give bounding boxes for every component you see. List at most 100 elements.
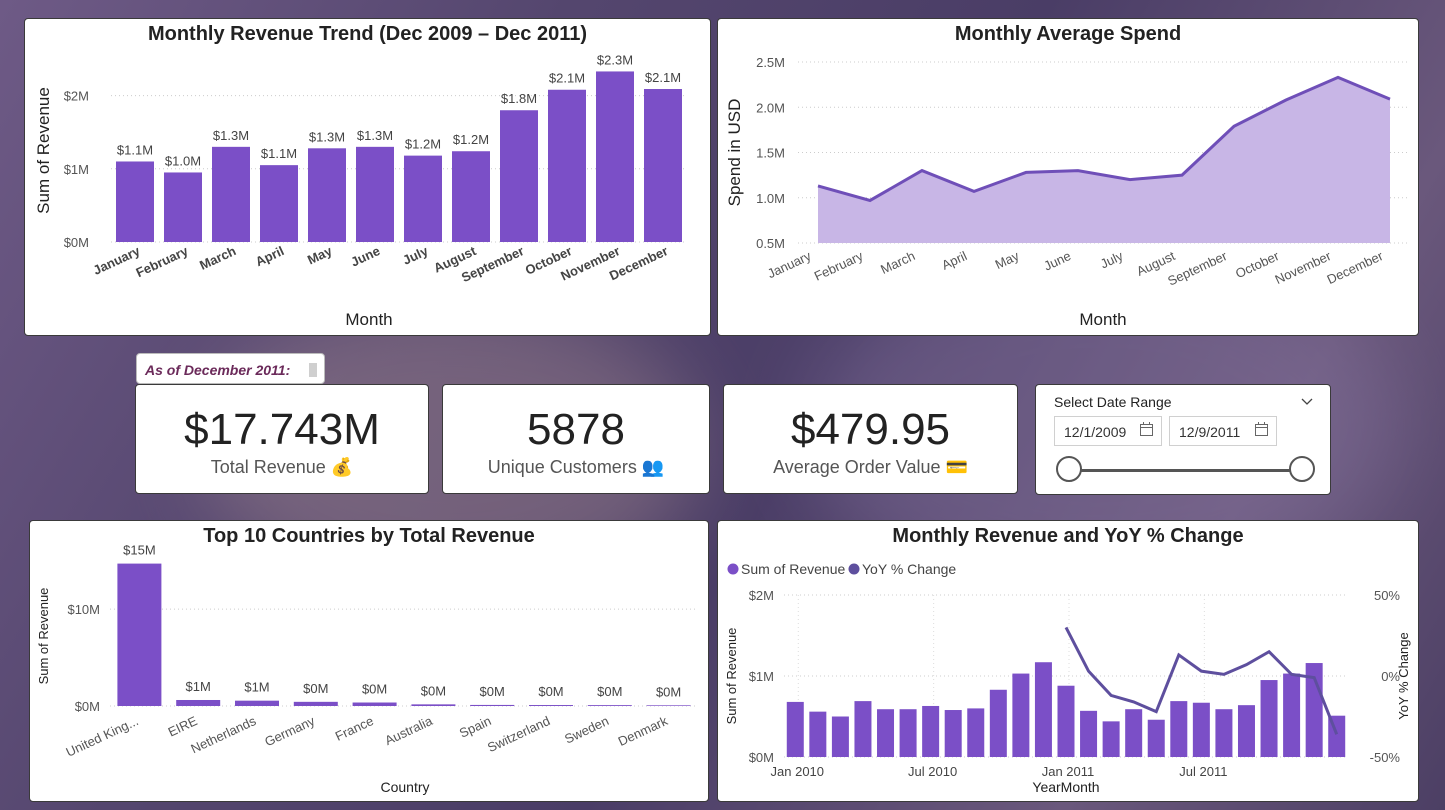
x-tick-label: June <box>348 243 382 269</box>
bar <box>164 172 202 242</box>
top-countries-bar-chart: $0M $10M $15M United King... $1M EIRE $1M Nethe… <box>36 543 698 795</box>
y2-tick-label: 50% <box>1374 588 1400 603</box>
bar <box>1215 709 1233 757</box>
calendar-icon[interactable] <box>1255 422 1268 436</box>
bar <box>529 705 573 706</box>
y-axis-title: Sum of Revenue <box>34 87 53 214</box>
x-tick-label: March <box>197 243 238 273</box>
bar <box>1192 702 1210 757</box>
bar <box>212 146 250 242</box>
data-label: $1.2M <box>405 137 441 152</box>
x-tick-label: EIRE <box>166 713 200 740</box>
start-date-input[interactable]: 12/1/2009 <box>1054 416 1162 446</box>
x-tick-label: Denmark <box>616 713 671 749</box>
data-label: $1.1M <box>117 142 153 157</box>
bar <box>356 146 394 242</box>
data-label: $1.3M <box>309 129 345 144</box>
x-tick-label: Switzerland <box>485 713 552 755</box>
y-tick-label: $2M <box>749 588 774 603</box>
slider-track[interactable] <box>1070 469 1303 472</box>
legend-marker <box>848 563 860 575</box>
data-label: $0M <box>656 684 681 699</box>
bar <box>308 148 346 242</box>
as-of-value-placeholder <box>309 363 317 377</box>
y-axis-title: Spend in USD <box>725 99 744 207</box>
x-tick-label: January <box>765 248 814 281</box>
x-tick-label: Jan 2011 <box>1042 764 1095 779</box>
x-tick-label: Spain <box>457 713 493 741</box>
data-label: $0M <box>303 681 328 696</box>
monthly-average-spend-card[interactable]: Monthly Average Spend 0.5M 1.0M 1.5M 2.0M 2.… <box>717 18 1419 336</box>
kpi-label-text: Average Order Value <box>773 457 941 477</box>
bar <box>452 151 490 242</box>
bar <box>1147 719 1165 757</box>
data-label: $0M <box>362 682 387 697</box>
y-tick-label: $1M <box>749 669 774 684</box>
slider-end-handle[interactable] <box>1289 456 1315 482</box>
y-tick-label: 1.0M <box>756 191 785 206</box>
x-tick-label: February <box>134 243 191 280</box>
data-label: $1.8M <box>501 91 537 106</box>
x-tick-label: July <box>1098 248 1126 272</box>
slider-start-handle[interactable] <box>1056 456 1082 482</box>
bar <box>831 716 849 757</box>
x-tick-label: June <box>1041 248 1073 274</box>
data-label: $1.1M <box>261 146 297 161</box>
x-tick-label: April <box>253 243 286 269</box>
x-tick-label: September <box>1165 248 1230 289</box>
people-icon: 👥 <box>641 457 665 477</box>
bar <box>1080 710 1098 757</box>
x-tick-label: March <box>878 248 917 277</box>
kpi-average-order-value: $479.95 Average Order Value 💳 <box>723 384 1018 494</box>
kpi-unique-customers: 5878 Unique Customers 👥 <box>442 384 710 494</box>
data-label: $1.3M <box>357 128 393 143</box>
bar <box>176 699 221 706</box>
bar <box>548 89 586 242</box>
end-date-input[interactable]: 12/9/2011 <box>1169 416 1277 446</box>
bar <box>411 704 456 706</box>
bar <box>500 110 538 243</box>
kpi-total-revenue: $17.743M Total Revenue 💰 <box>135 384 429 494</box>
y-tick-label: $1M <box>64 162 89 177</box>
bar <box>260 165 298 242</box>
data-label: $2.1M <box>645 70 681 85</box>
monthly-revenue-trend-card[interactable]: Monthly Revenue Trend (Dec 2009 – Dec 20… <box>24 18 711 336</box>
chevron-down-icon[interactable] <box>1301 398 1313 406</box>
data-label: $0M <box>421 683 446 698</box>
x-tick-label: Netherlands <box>188 713 258 756</box>
kpi-value: $17.743M <box>184 405 380 454</box>
date-range-slicer[interactable]: Select Date Range 12/1/2009 12/9/2011 <box>1035 384 1331 495</box>
y-tick-label: 0.5M <box>756 236 785 251</box>
kpi-label-text: Total Revenue <box>210 457 326 477</box>
kpi-label: Total Revenue 💰 <box>136 457 428 478</box>
bar <box>596 71 634 242</box>
bar <box>1260 680 1278 757</box>
data-label: $1.3M <box>213 128 249 143</box>
x-tick-label: Australia <box>382 713 435 748</box>
x-tick-label: Jul 2011 <box>1179 764 1227 779</box>
bar <box>587 705 632 706</box>
bar <box>1283 673 1301 757</box>
x-tick-label: April <box>939 248 969 273</box>
bar <box>1012 673 1030 757</box>
bar <box>944 710 962 757</box>
revenue-yoy-card[interactable]: Monthly Revenue and YoY % Change $0M $1M $… <box>717 520 1419 802</box>
bar <box>967 708 985 757</box>
bar <box>1125 709 1143 757</box>
x-axis-title: Month <box>345 310 392 329</box>
credit-card-icon: 💳 <box>945 457 968 477</box>
money-bag-icon: 💰 <box>330 457 354 477</box>
bar <box>1102 721 1120 757</box>
x-tick-label: Jul 2010 <box>908 764 957 779</box>
kpi-label: Unique Customers 👥 <box>443 457 709 478</box>
end-date-value: 12/9/2011 <box>1179 424 1241 440</box>
calendar-icon[interactable] <box>1140 422 1153 436</box>
data-label: $1M <box>244 680 269 695</box>
bar <box>352 702 397 706</box>
top-countries-card[interactable]: Top 10 Countries by Total Revenue $0M $10… <box>29 520 709 802</box>
data-label: $2.3M <box>597 52 633 67</box>
bar <box>644 89 682 243</box>
bar <box>404 155 442 242</box>
x-tick-label: February <box>812 248 866 284</box>
monthly-revenue-bar-chart: $0M $1M $2M $1.1M January $1.0M February $1.3M M… <box>34 52 687 329</box>
